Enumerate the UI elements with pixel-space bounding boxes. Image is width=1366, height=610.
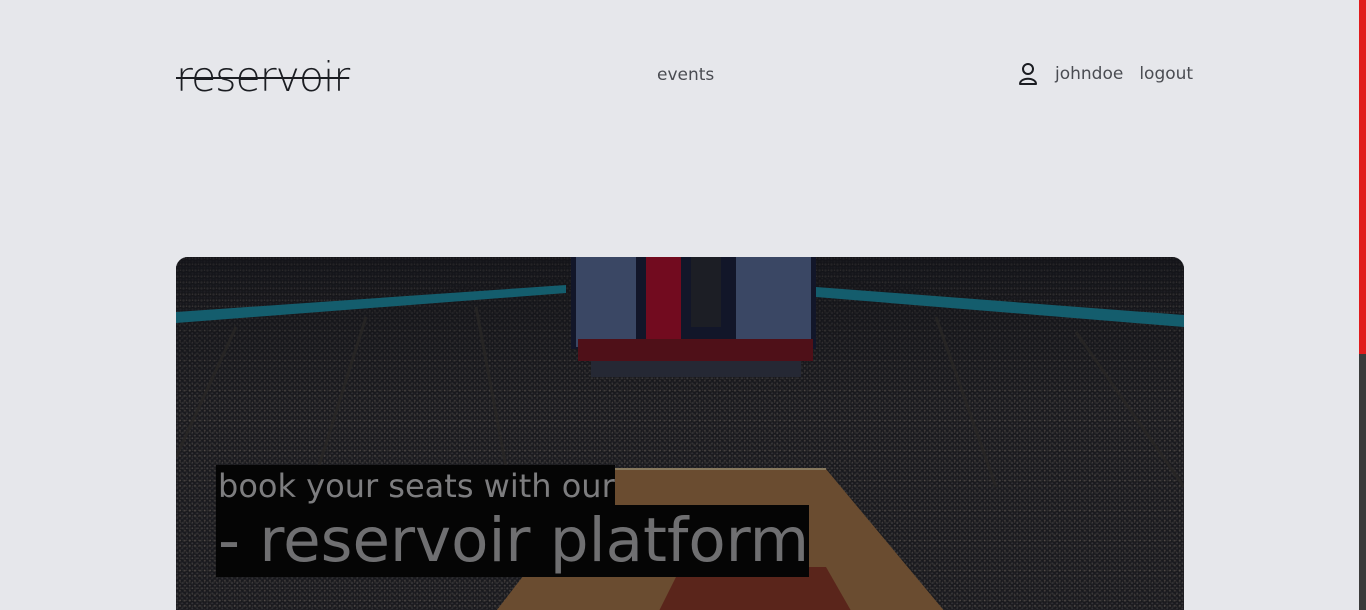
hero-subtitle: book your seats with our	[216, 465, 615, 507]
hero-title: - reservoir platform	[216, 505, 810, 577]
hero-banner: book your seats with our - reservoir pla…	[176, 257, 1184, 610]
scrollbar[interactable]	[1359, 0, 1366, 610]
user-menu: johndoe logout	[1018, 60, 1193, 88]
scrollbar-thumb[interactable]	[1359, 0, 1366, 354]
user-icon[interactable]	[1018, 62, 1038, 86]
page: reservoir events johndoe logout book you…	[0, 0, 1366, 610]
logo[interactable]: reservoir	[176, 52, 350, 102]
username-link[interactable]: johndoe	[1055, 64, 1123, 84]
nav-events-link[interactable]: events	[657, 63, 714, 87]
logout-link[interactable]: logout	[1139, 64, 1193, 84]
